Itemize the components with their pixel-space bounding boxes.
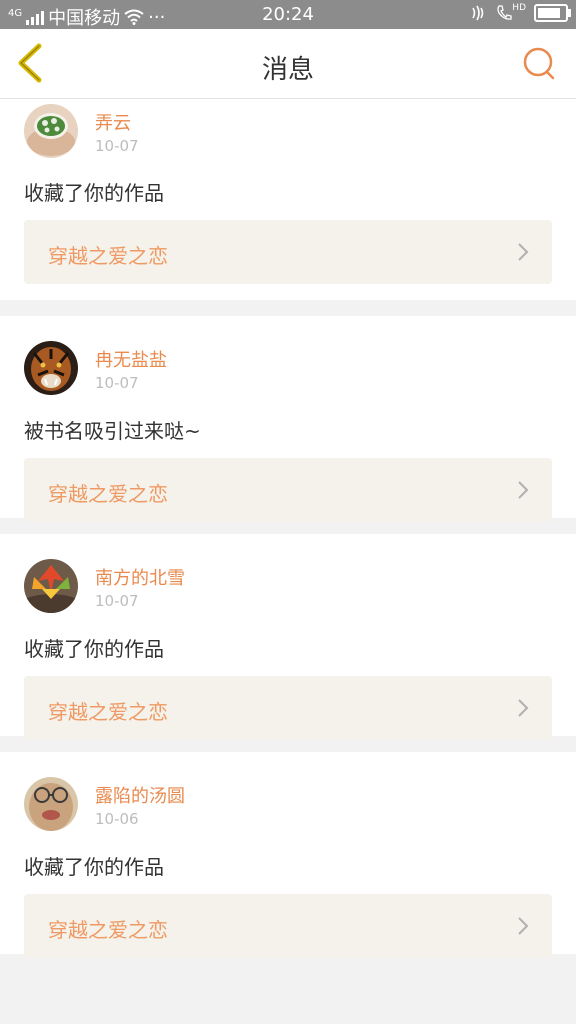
work-title: 穿越之爱之恋 — [48, 700, 168, 724]
status-right: HD — [470, 4, 571, 22]
battery-icon — [534, 4, 571, 22]
chevron-right-icon — [518, 917, 529, 935]
avatar[interactable] — [24, 341, 78, 395]
username[interactable]: 冉无盐盐 — [95, 346, 167, 372]
message-date: 10-06 — [95, 810, 139, 828]
nav-header: 消息 — [0, 29, 576, 99]
avatar[interactable] — [24, 777, 78, 831]
avatar[interactable] — [24, 104, 78, 158]
chevron-right-icon — [518, 699, 529, 717]
username[interactable]: 露陷的汤圆 — [95, 782, 185, 808]
message-date: 10-07 — [95, 374, 139, 392]
hd-label: HD — [512, 3, 526, 13]
work-link[interactable]: 穿越之爱之恋 — [24, 894, 552, 958]
username[interactable]: 弄云 — [95, 109, 131, 135]
page-title: 消息 — [261, 55, 314, 85]
message-text: 收藏了你的作品 — [24, 637, 164, 661]
work-title: 穿越之爱之恋 — [48, 482, 168, 506]
message-card: 冉无盐盐 10-07 被书名吸引过来哒~ 穿越之爱之恋 — [0, 316, 576, 522]
status-bar: 4G 中国移动 ··· 20:24 HD — [0, 0, 576, 29]
chevron-right-icon — [518, 243, 529, 261]
message-text: 被书名吸引过来哒~ — [24, 419, 201, 443]
message-date: 10-07 — [95, 137, 139, 155]
work-link[interactable]: 穿越之爱之恋 — [24, 676, 552, 740]
nfc-icon — [472, 5, 484, 21]
message-card: 弄云 10-07 收藏了你的作品 穿越之爱之恋 — [0, 99, 576, 300]
work-link[interactable]: 穿越之爱之恋 — [24, 458, 552, 522]
work-title: 穿越之爱之恋 — [48, 918, 168, 942]
hd-call-icon: HD — [496, 4, 526, 22]
message-card: 露陷的汤圆 10-06 收藏了你的作品 穿越之爱之恋 — [0, 752, 576, 958]
message-date: 10-07 — [95, 592, 139, 610]
search-button[interactable] — [520, 45, 558, 83]
message-list: 弄云 10-07 收藏了你的作品 穿越之爱之恋 冉无盐盐 10-07 被书名吸引… — [0, 99, 576, 970]
message-card: 南方的北雪 10-07 收藏了你的作品 穿越之爱之恋 — [0, 534, 576, 740]
battery-fill — [538, 8, 561, 18]
avatar[interactable] — [24, 559, 78, 613]
message-text: 收藏了你的作品 — [24, 181, 164, 205]
search-icon — [523, 47, 555, 80]
message-text: 收藏了你的作品 — [24, 855, 164, 879]
username[interactable]: 南方的北雪 — [95, 564, 185, 590]
work-link[interactable]: 穿越之爱之恋 — [24, 220, 552, 284]
work-title: 穿越之爱之恋 — [48, 244, 168, 268]
chevron-right-icon — [518, 481, 529, 499]
